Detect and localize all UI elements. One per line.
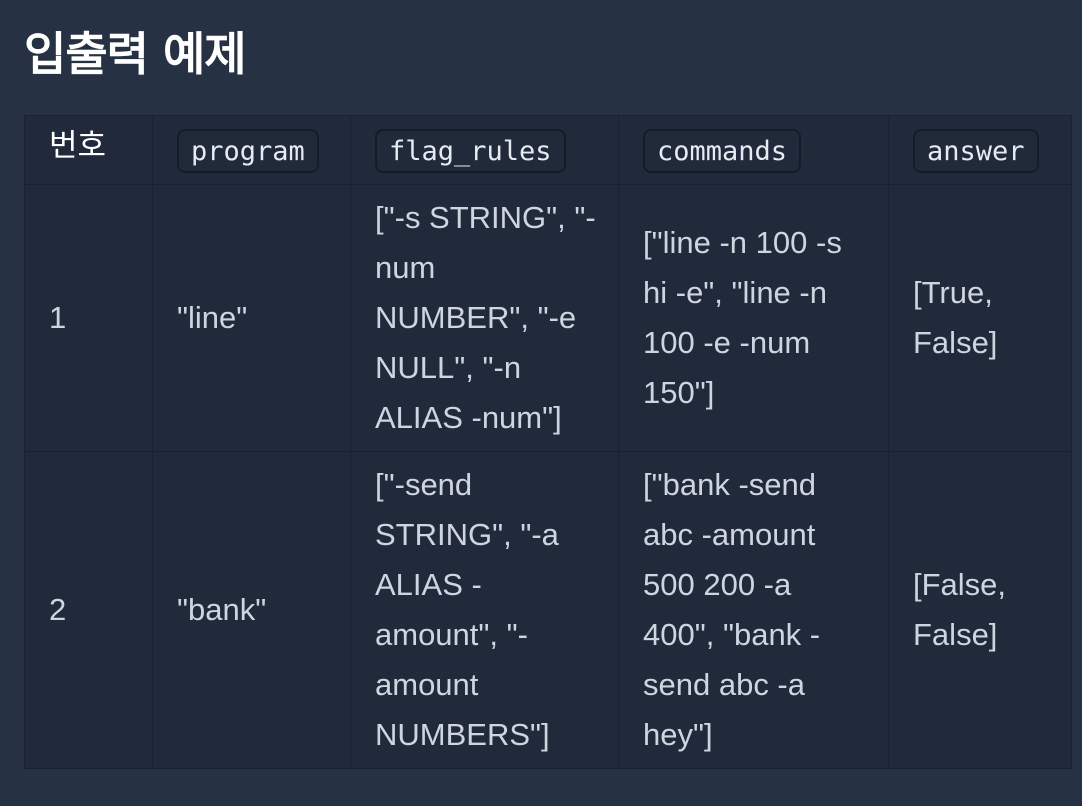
header-number: 번호 bbox=[24, 115, 153, 185]
header-flag-rules: flag_rules bbox=[350, 115, 619, 185]
table-row: 2 "bank" ["-send STRING", "-a ALIAS -amo… bbox=[24, 451, 1072, 769]
table-header-row: 번호 program flag_rules commands answer bbox=[24, 115, 1072, 185]
cell-commands: ["bank -send abc -amount 500 200 -a 400"… bbox=[618, 451, 889, 769]
cell-commands: ["line -n 100 -s hi -e", "line -n 100 -e… bbox=[618, 184, 889, 452]
cell-commands-text: ["line -n 100 -s hi -e", "line -n 100 -e… bbox=[643, 225, 842, 410]
cell-number-text: 1 bbox=[49, 300, 67, 335]
page-title: 입출력 예제 bbox=[24, 27, 247, 81]
table-row: 1 "line" ["-s STRING", "-num NUMBER", "-… bbox=[24, 184, 1072, 452]
cell-flag-rules: ["-send STRING", "-a ALIAS -amount", "-a… bbox=[350, 451, 619, 769]
cell-commands-text: ["bank -send abc -amount 500 200 -a 400"… bbox=[643, 467, 821, 752]
cell-number: 2 bbox=[24, 451, 153, 769]
cell-flag-rules-text: ["-s STRING", "-num NUMBER", "-e NULL", … bbox=[375, 200, 596, 435]
cell-answer: [False, False] bbox=[888, 451, 1072, 769]
header-flag-rules-label: flag_rules bbox=[375, 129, 566, 173]
header-answer: answer bbox=[888, 115, 1072, 185]
header-commands: commands bbox=[618, 115, 889, 185]
cell-answer: [True, False] bbox=[888, 184, 1072, 452]
cell-program: "bank" bbox=[152, 451, 351, 769]
cell-answer-text: [True, False] bbox=[913, 275, 998, 360]
header-commands-label: commands bbox=[643, 129, 802, 173]
cell-flag-rules-text: ["-send STRING", "-a ALIAS -amount", "-a… bbox=[375, 467, 559, 752]
header-number-label: 번호 bbox=[49, 128, 107, 164]
cell-answer-text: [False, False] bbox=[913, 567, 1007, 652]
cell-number: 1 bbox=[24, 184, 153, 452]
cell-program: "line" bbox=[152, 184, 351, 452]
header-program-label: program bbox=[177, 129, 319, 173]
cell-program-text: "line" bbox=[177, 300, 248, 335]
cell-number-text: 2 bbox=[49, 592, 67, 627]
io-example-table: 번호 program flag_rules commands answer 1 bbox=[24, 115, 1072, 769]
header-program: program bbox=[152, 115, 351, 185]
header-answer-label: answer bbox=[913, 129, 1039, 173]
io-example-table-container: 번호 program flag_rules commands answer 1 bbox=[24, 115, 1072, 769]
cell-flag-rules: ["-s STRING", "-num NUMBER", "-e NULL", … bbox=[350, 184, 619, 452]
cell-program-text: "bank" bbox=[177, 592, 267, 627]
